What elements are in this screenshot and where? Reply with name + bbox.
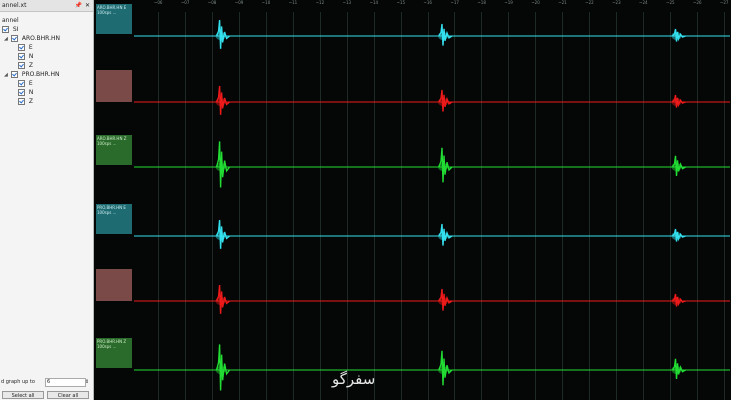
checkbox[interactable] [10,71,18,78]
spike-glow [671,163,682,171]
panel-header: annel.xt 📌 ✕ [0,0,93,12]
tree-node-label: Z [28,62,34,69]
close-icon[interactable]: ✕ [85,0,90,11]
spike-glow [671,98,682,106]
tree-node-root[interactable]: annel [2,16,19,25]
tree-node-label: E [28,80,33,87]
tree-node-label: annel [2,17,19,24]
clear-all-button[interactable]: Clear all [47,391,89,399]
spike-glow [215,366,226,374]
spike-glow [215,232,226,240]
trace-info-box: ARO.BHR.HN Z 100sps ... [96,135,132,165]
tree-node-station-pro[interactable]: ◢ PRO.BHR.HN [4,70,60,79]
tree-node-label: ARO.BHR.HN [21,35,60,42]
tree-node-label: SI [12,26,19,33]
spike-glow [215,163,226,171]
trace-info-box: PRO.BHR.HN Z 100sps ... [96,338,132,368]
tree-node-channel[interactable]: E [18,43,33,52]
spike-glow [438,297,448,305]
spike-glow [671,297,682,305]
panel-title: annel.xt [2,2,27,9]
tree-node-channel[interactable]: Z [18,97,33,106]
tree-node-label: Z [28,98,34,105]
tree-node-channel[interactable]: N [18,52,33,61]
graph-count-input[interactable]: 6 [45,378,86,387]
select-all-button[interactable]: Select all [2,391,44,399]
spike-glow [438,98,448,106]
tree-node-label: N [28,89,34,96]
graph-count-row: d graph up to 6 ⇕ [1,378,91,387]
checkbox[interactable] [18,53,25,60]
collapse-icon[interactable]: ◢ [4,35,9,44]
spike-glow [215,32,226,40]
pin-icon[interactable]: 📌 [75,0,82,11]
spike-glow [438,163,448,171]
spike-glow [215,297,226,305]
checkbox[interactable] [18,89,25,96]
spike-glow [671,232,682,240]
channel-panel: annel.xt 📌 ✕ annel SI ◢ ARO.BHR.HN E N Z [0,0,94,400]
spike-glow [438,32,448,40]
spike-glow [671,32,682,40]
graph-count-label: d graph up to [1,379,35,385]
spike-glow [671,366,682,374]
checkbox[interactable] [18,80,25,87]
trace-info-box: PRO.BHR.HN E 100sps ... [96,204,132,234]
waveform-plot[interactable]: ~06 ~07 ~08 ~09 ~10 ~11 ~12 ~13 ~14 ~15 ~16 ~17 ~18 ~… [94,0,731,400]
checkbox[interactable] [18,44,25,51]
watermark: سفرگو [332,370,376,388]
tree-node-label: N [28,53,34,60]
tree-node-channel[interactable]: Z [18,61,33,70]
tree-node-label: E [28,44,33,51]
checkbox[interactable] [10,35,18,42]
tree-node-label: PRO.BHR.HN [21,71,60,78]
spike-glow [438,232,448,240]
tree-node-si[interactable]: SI [2,25,19,34]
collapse-icon[interactable]: ◢ [4,71,9,80]
tree-node-station-aro[interactable]: ◢ ARO.BHR.HN [4,34,60,43]
spike-glow [215,98,226,106]
trace-info-box [96,70,132,102]
checkbox[interactable] [18,62,25,69]
tree-node-channel[interactable]: N [18,88,33,97]
tree-node-channel[interactable]: E [18,79,33,88]
trace-info-box: ARO.BHR.HN E 100sps ... [96,4,132,34]
spike-glow [438,366,448,374]
trace-info-box [96,269,132,301]
checkbox[interactable] [2,26,9,33]
spinner-icon[interactable]: ⇕ [85,378,89,386]
waveform-traces [134,19,730,391]
checkbox[interactable] [18,98,25,105]
